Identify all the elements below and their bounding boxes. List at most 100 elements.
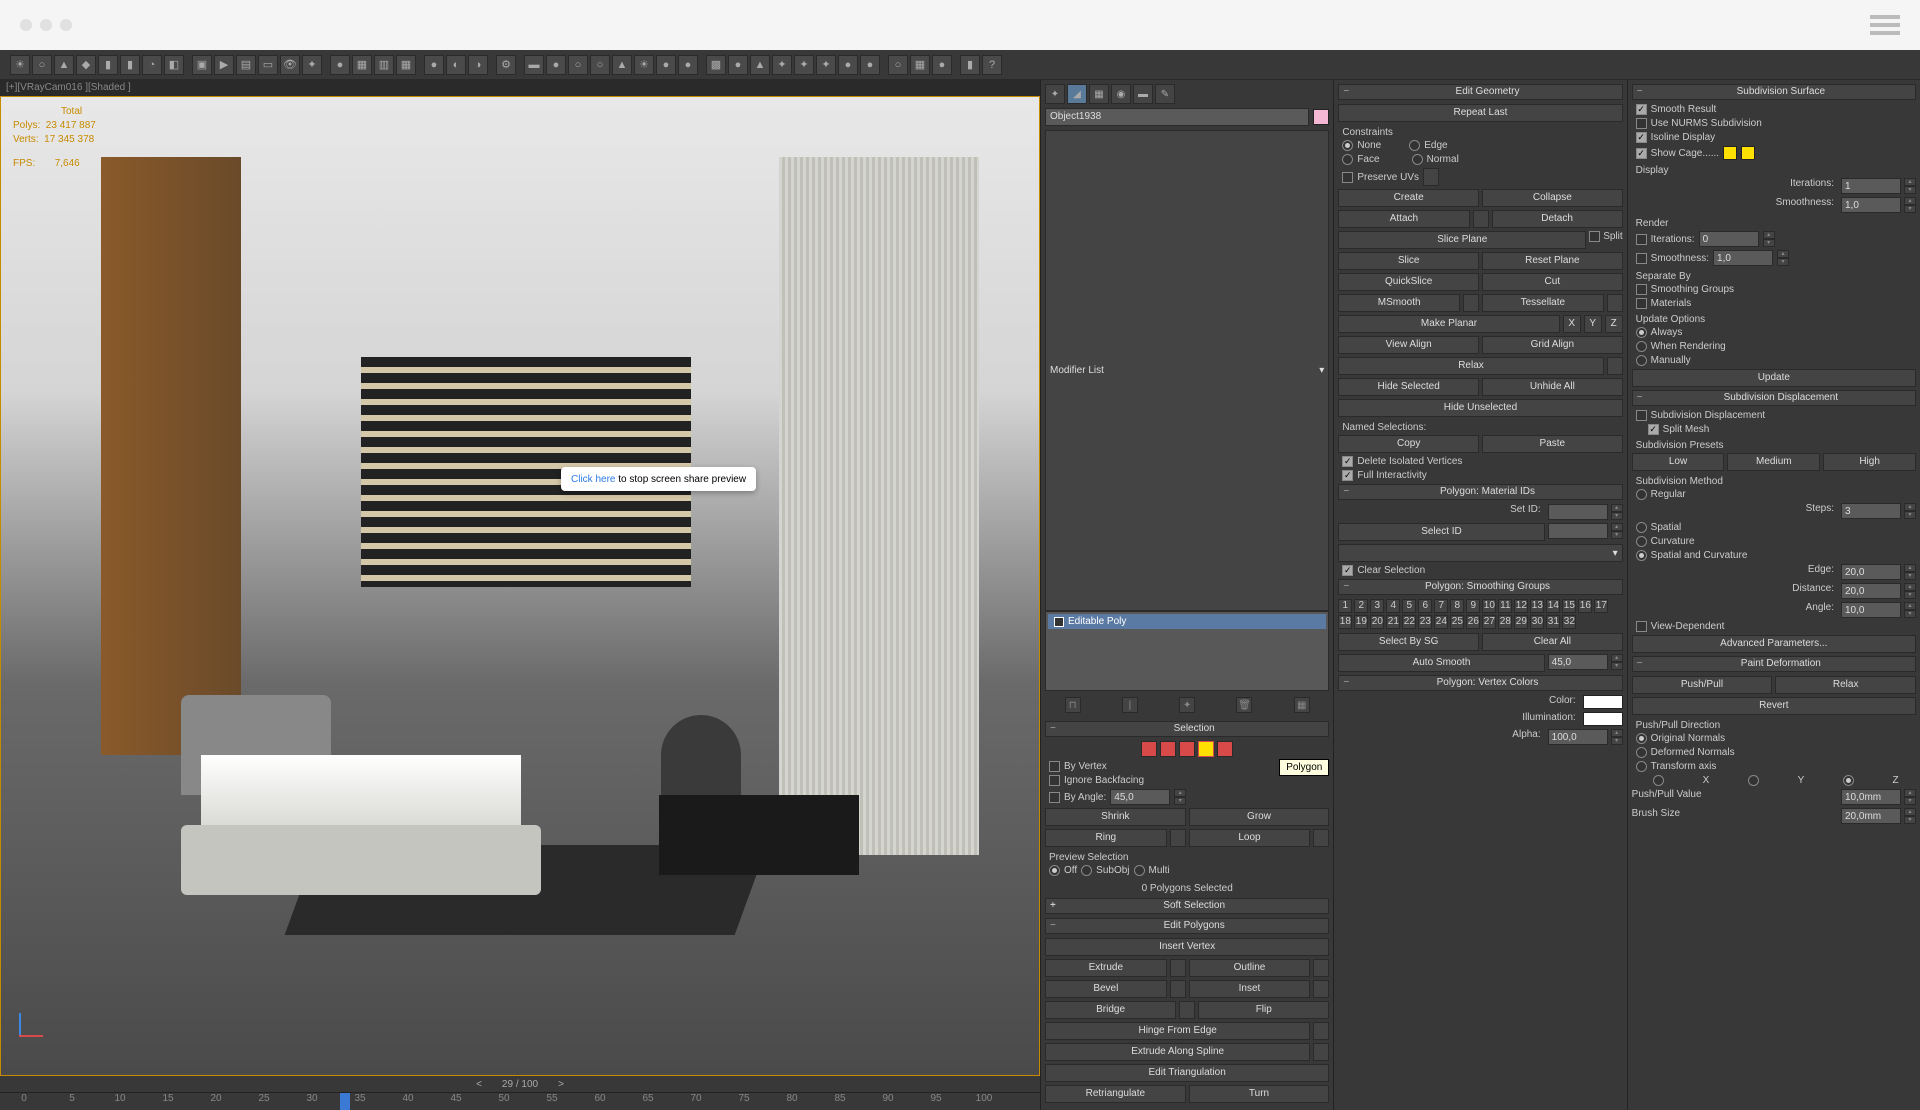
dir-deformed-radio[interactable] xyxy=(1636,747,1647,758)
repeat-last-button[interactable]: Repeat Last xyxy=(1338,104,1622,122)
smoothing-group-button[interactable]: 18 xyxy=(1338,615,1352,629)
object-name-field[interactable]: Object1938 xyxy=(1045,108,1309,126)
object-color-swatch[interactable] xyxy=(1313,109,1329,125)
render-smooth-checkbox[interactable] xyxy=(1636,253,1647,264)
angle-disp-spinner[interactable]: 10,0 xyxy=(1841,602,1901,618)
configure-icon[interactable]: ▦ xyxy=(1294,697,1310,713)
tool-icon[interactable]: 👁 xyxy=(280,55,300,75)
delete-iso-checkbox[interactable] xyxy=(1342,456,1353,467)
tool-icon[interactable]: ▥ xyxy=(374,55,394,75)
clear-sg-button[interactable]: Clear All xyxy=(1482,633,1623,651)
smoothing-group-button[interactable]: 24 xyxy=(1434,615,1448,629)
preview-multi-radio[interactable] xyxy=(1134,865,1145,876)
tool-icon[interactable]: ● xyxy=(838,55,858,75)
tessellate-button[interactable]: Tessellate xyxy=(1482,294,1604,312)
tool-icon[interactable]: ▣ xyxy=(192,55,212,75)
tool-icon[interactable]: ● xyxy=(546,55,566,75)
attach-button[interactable]: Attach xyxy=(1338,210,1469,228)
smoothing-group-button[interactable]: 17 xyxy=(1594,599,1608,613)
smoothing-group-button[interactable]: 19 xyxy=(1354,615,1368,629)
tool-icon[interactable]: ▦ xyxy=(396,55,416,75)
update-always-radio[interactable] xyxy=(1636,327,1647,338)
viewport-header[interactable]: [+][VRayCam016 ][Shaded ] xyxy=(0,80,1040,96)
revert-button[interactable]: Revert xyxy=(1632,697,1916,715)
view-align-button[interactable]: View Align xyxy=(1338,336,1479,354)
msmooth-button[interactable]: MSmooth xyxy=(1338,294,1460,312)
angle-spinner[interactable]: 45,0 xyxy=(1110,789,1170,805)
hide-unselected-button[interactable]: Hide Unselected xyxy=(1338,399,1622,417)
element-subobj-icon[interactable] xyxy=(1217,741,1233,757)
smoothness-spinner[interactable]: 1,0 xyxy=(1841,197,1901,213)
distance-spinner[interactable]: 20,0 xyxy=(1841,583,1901,599)
planar-x-button[interactable]: X xyxy=(1563,315,1581,333)
auto-smooth-spinner[interactable]: 45,0 xyxy=(1548,654,1608,670)
hierarchy-tab-icon[interactable]: ▦ xyxy=(1089,84,1109,104)
smoothing-group-button[interactable]: 15 xyxy=(1562,599,1576,613)
show-cage-checkbox[interactable] xyxy=(1636,148,1647,159)
extrude-button[interactable]: Extrude xyxy=(1045,959,1167,977)
render-smooth-spinner[interactable]: 1,0 xyxy=(1713,250,1773,266)
smoothing-group-button[interactable]: 9 xyxy=(1466,599,1480,613)
paste-button[interactable]: Paste xyxy=(1482,435,1623,453)
remove-mod-icon[interactable]: 🗑 xyxy=(1236,697,1252,713)
smoothing-group-button[interactable]: 31 xyxy=(1546,615,1560,629)
smoothing-group-button[interactable]: 29 xyxy=(1514,615,1528,629)
tool-icon[interactable]: ○ xyxy=(590,55,610,75)
smoothing-group-button[interactable]: 30 xyxy=(1530,615,1544,629)
ignore-backfacing-checkbox[interactable] xyxy=(1049,775,1060,786)
split-checkbox[interactable] xyxy=(1589,231,1600,242)
iter-spinner[interactable]: 1 xyxy=(1841,178,1901,194)
slice-plane-button[interactable]: Slice Plane xyxy=(1338,231,1586,249)
tool-icon[interactable]: ✦ xyxy=(772,55,792,75)
alpha-spinner[interactable]: 100,0 xyxy=(1548,729,1608,745)
hide-selected-button[interactable]: Hide Selected xyxy=(1338,378,1479,396)
smoothing-group-button[interactable]: 2 xyxy=(1354,599,1368,613)
vertex-color-swatch[interactable] xyxy=(1583,695,1623,709)
tool-icon[interactable]: ● xyxy=(330,55,350,75)
render-iter-spinner[interactable]: 0 xyxy=(1699,231,1759,247)
create-button[interactable]: Create xyxy=(1338,189,1479,207)
axis-z-radio[interactable] xyxy=(1843,775,1854,786)
push-value-spinner[interactable]: 10,0mm xyxy=(1841,789,1901,805)
tool-icon[interactable]: ● xyxy=(728,55,748,75)
hinge-button[interactable]: Hinge From Edge xyxy=(1045,1022,1310,1040)
planar-z-button[interactable]: Z xyxy=(1605,315,1623,333)
time-ruler[interactable]: 0510152025303540455055606570758085909510… xyxy=(0,1092,1040,1110)
tool-icon[interactable]: ● xyxy=(678,55,698,75)
smoothing-group-button[interactable]: 26 xyxy=(1466,615,1480,629)
steps-spinner[interactable]: 3 xyxy=(1841,503,1901,519)
tool-icon[interactable]: ● xyxy=(932,55,952,75)
edge-subobj-icon[interactable] xyxy=(1160,741,1176,757)
modify-tab-icon[interactable]: ◢ xyxy=(1067,84,1087,104)
tool-icon[interactable]: ○ xyxy=(32,55,52,75)
method-curvature-radio[interactable] xyxy=(1636,536,1647,547)
quickslice-button[interactable]: QuickSlice xyxy=(1338,273,1479,291)
next-frame-button[interactable]: > xyxy=(558,1079,564,1090)
unhide-all-button[interactable]: Unhide All xyxy=(1482,378,1623,396)
smoothing-group-button[interactable]: 16 xyxy=(1578,599,1592,613)
inset-button[interactable]: Inset xyxy=(1189,980,1311,998)
cut-button[interactable]: Cut xyxy=(1482,273,1623,291)
dir-transform-radio[interactable] xyxy=(1636,761,1647,772)
nurms-checkbox[interactable] xyxy=(1636,118,1647,129)
tool-icon[interactable]: ▤ xyxy=(236,55,256,75)
tool-icon[interactable]: ◐ xyxy=(446,55,466,75)
by-vertex-checkbox[interactable] xyxy=(1049,761,1060,772)
slice-button[interactable]: Slice xyxy=(1338,252,1479,270)
smoothing-group-button[interactable]: 6 xyxy=(1418,599,1432,613)
smoothing-group-button[interactable]: 27 xyxy=(1482,615,1496,629)
smoothing-group-button[interactable]: 10 xyxy=(1482,599,1496,613)
smoothing-group-button[interactable]: 13 xyxy=(1530,599,1544,613)
display-tab-icon[interactable]: ▬ xyxy=(1133,84,1153,104)
tool-icon[interactable]: ▮ xyxy=(98,55,118,75)
retriangulate-button[interactable]: Retriangulate xyxy=(1045,1085,1186,1103)
tool-icon[interactable]: ▶ xyxy=(214,55,234,75)
bridge-button[interactable]: Bridge xyxy=(1045,1001,1176,1019)
flip-button[interactable]: Flip xyxy=(1198,1001,1329,1019)
make-unique-icon[interactable]: ✦ xyxy=(1179,697,1195,713)
preview-subobj-radio[interactable] xyxy=(1081,865,1092,876)
tool-icon[interactable]: ⚙ xyxy=(496,55,516,75)
auto-smooth-button[interactable]: Auto Smooth xyxy=(1338,654,1544,672)
paint-deform-rollout[interactable]: Paint Deformation xyxy=(1632,656,1916,672)
smoothing-group-button[interactable]: 4 xyxy=(1386,599,1400,613)
